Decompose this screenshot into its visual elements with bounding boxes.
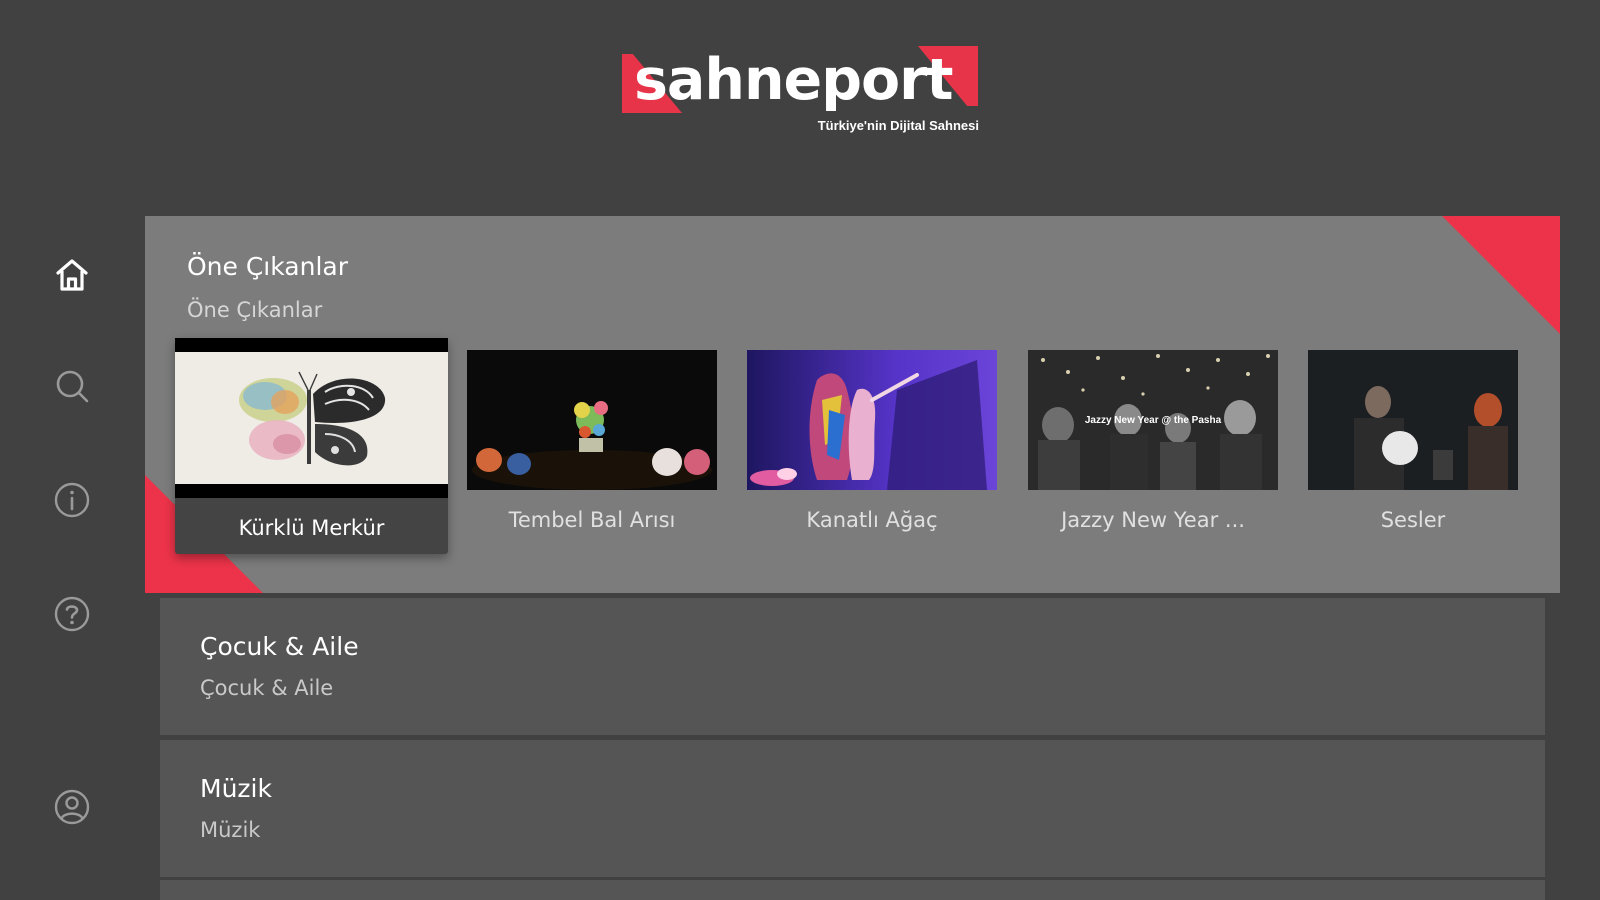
content-card-sesler[interactable]: Sesler	[1308, 350, 1518, 540]
dance-performance-image	[747, 350, 997, 490]
row-subtitle: Müzik	[200, 818, 261, 842]
search-icon	[56, 370, 89, 403]
logo-wordmark: sahneport	[634, 47, 954, 113]
row-next-partial[interactable]	[160, 880, 1545, 900]
sahneport-logo: sahneport Türkiye'nin Dijital Sahnesi	[622, 46, 979, 142]
row-subtitle: Öne Çıkanlar	[187, 298, 323, 322]
jazz-band-photo: Jazzy New Year @ the Pasha	[1028, 350, 1278, 490]
content-card-kanatli-agac[interactable]: Kanatlı Ağaç	[747, 350, 997, 540]
row-title: Müzik	[200, 774, 272, 803]
app-root: sahneport Türkiye'nin Dijital Sahnesi Ön…	[0, 0, 1600, 900]
sidebar-item-help[interactable]	[50, 592, 94, 636]
content-card-jazzy-new-year[interactable]: Jazzy New Year @ the Pasha Jazzy New Yea…	[1028, 350, 1278, 540]
sidebar-item-home[interactable]	[50, 253, 94, 297]
theatre-scene-image	[1308, 350, 1518, 490]
help-icon	[54, 596, 90, 632]
sidebar-item-info[interactable]	[50, 478, 94, 522]
card-title: Kürklü Merkür	[238, 516, 385, 540]
row-title: Çocuk & Aile	[200, 632, 359, 661]
card-title: Tembel Bal Arısı	[508, 508, 676, 532]
content-card-tembel-bal-arisi[interactable]: Tembel Bal Arısı	[467, 350, 717, 540]
card-thumbnail	[467, 350, 717, 490]
sidebar-item-profile[interactable]	[50, 785, 94, 829]
stage-scene-image	[467, 350, 717, 490]
card-title: Jazzy New Year ...	[1061, 508, 1245, 532]
row-music[interactable]: Müzik Müzik	[160, 740, 1545, 877]
card-thumbnail	[747, 350, 997, 490]
card-title: Sesler	[1380, 508, 1446, 532]
row-featured: Öne Çıkanlar Öne Çıkanlar Kürklü Merkür …	[145, 216, 1560, 593]
card-title: Kanatlı Ağaç	[806, 508, 938, 532]
row-kids-family[interactable]: Çocuk & Aile Çocuk & Aile	[160, 598, 1545, 735]
info-icon	[54, 482, 90, 518]
card-thumbnail	[175, 338, 448, 498]
logo-tagline: Türkiye'nin Dijital Sahnesi	[817, 118, 979, 133]
home-icon	[56, 259, 88, 291]
card-thumbnail: Jazzy New Year @ the Pasha	[1028, 350, 1278, 490]
butterfly-illustration	[239, 371, 386, 466]
row-subtitle: Çocuk & Aile	[200, 676, 334, 700]
sidebar-nav	[0, 0, 145, 900]
sidebar-item-search[interactable]	[50, 364, 94, 408]
thumbnail-caption: Jazzy New Year @ the Pasha	[1085, 415, 1222, 426]
row-title: Öne Çıkanlar	[187, 252, 348, 281]
card-thumbnail	[1308, 350, 1518, 490]
user-icon	[54, 789, 90, 825]
decorative-corner-top-right	[1442, 216, 1560, 334]
content-card-kurklu-merkur[interactable]: Kürklü Merkür	[175, 338, 448, 554]
